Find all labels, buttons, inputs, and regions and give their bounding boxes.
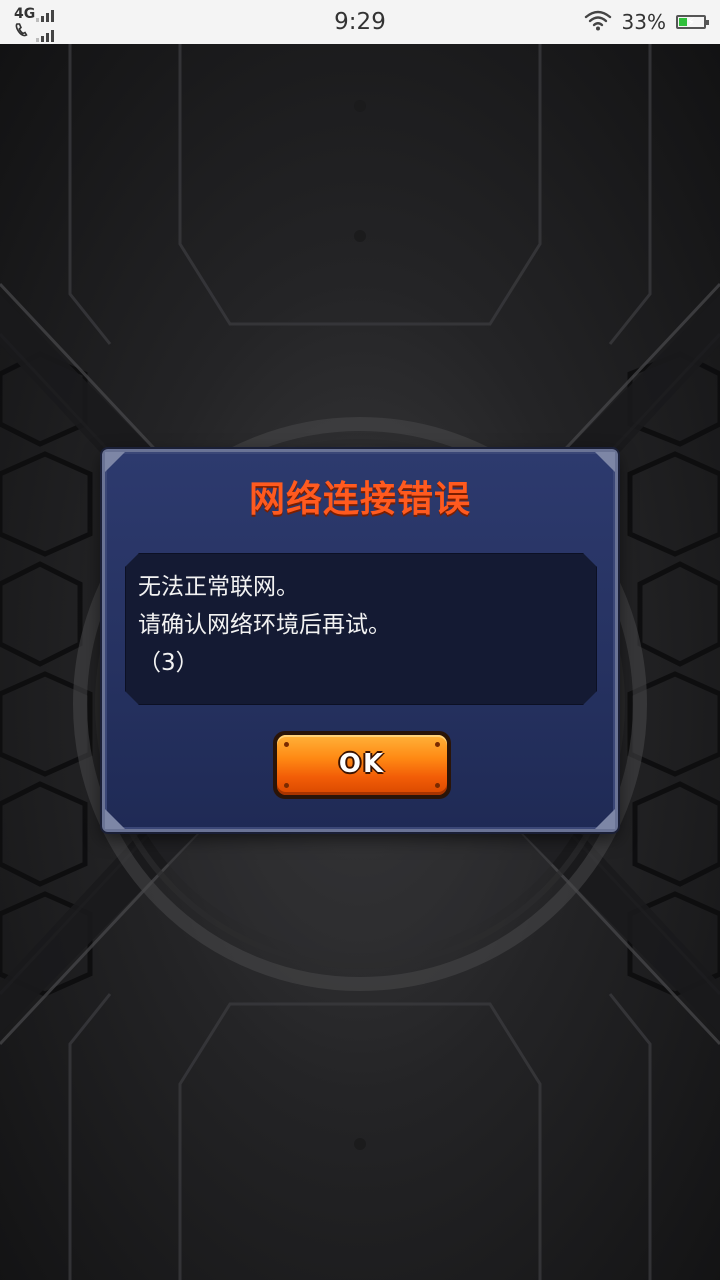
game-screen: 4G 9:29 33% ⚡ 网络连接错误 无法正常联网。 请确认网络环境后再试。… [0, 0, 720, 1280]
status-bar: 4G 9:29 33% ⚡ [0, 0, 720, 44]
status-right-icons: 33% ⚡ [584, 6, 709, 38]
battery-percent: 33% [621, 10, 666, 34]
message-line: 请确认网络环境后再试。 [138, 612, 391, 638]
wifi-icon [584, 9, 612, 35]
clock: 9:29 [334, 9, 386, 35]
error-code: （3） [138, 650, 199, 676]
battery-charging-icon: ⚡ [676, 15, 709, 29]
network-error-dialog: 网络连接错误 无法正常联网。 请确认网络环境后再试。 （3） OK [102, 449, 618, 832]
ok-button-face[interactable]: OK [277, 735, 447, 795]
dialog-corner-ornament [105, 452, 125, 472]
signal-icon [36, 8, 54, 22]
dialog-title: 网络连接错误 [248, 479, 471, 520]
message-line: 无法正常联网。 [138, 574, 299, 600]
call-signal-bars-icon [36, 28, 54, 42]
dialog-corner-ornament [595, 809, 615, 829]
network-type-label: 4G [14, 6, 36, 22]
call-signal-icon [14, 22, 32, 42]
ok-button-label: OK [338, 749, 386, 779]
signal-area: 4G [14, 2, 84, 42]
message-box: 无法正常联网。 请确认网络环境后再试。 （3） [125, 553, 597, 705]
dialog-corner-ornament [105, 809, 125, 829]
ok-button[interactable]: OK [273, 731, 451, 799]
dialog-corner-ornament [595, 452, 615, 472]
charging-bolt-icon: ⚡ [686, 15, 696, 29]
